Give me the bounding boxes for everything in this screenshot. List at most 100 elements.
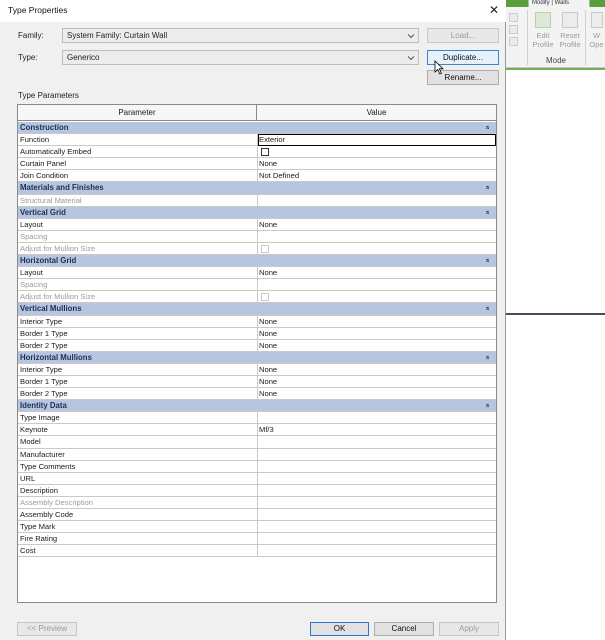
small-tool-icon[interactable] [509,37,518,46]
column-divider [257,424,258,437]
collapse-chevron-icon[interactable]: » [483,126,494,130]
parameter-name: Spacing [20,280,48,290]
parameter-row[interactable]: Curtain Panel None [18,158,496,171]
parameter-row[interactable]: Model [18,436,496,449]
column-header-value[interactable]: Value [257,105,496,120]
parameter-row[interactable]: Fire Rating [18,533,496,546]
group-header[interactable]: Vertical Grid » [18,206,496,219]
apply-button[interactable]: Apply [439,622,499,636]
parameter-row[interactable]: Function Exterior [18,134,496,147]
parameter-row[interactable]: Join Condition Not Defined [18,170,496,183]
parameter-row[interactable]: Border 2 Type None [18,339,496,352]
parameter-row[interactable]: Interior Type None [18,315,496,328]
parameter-value[interactable]: None [259,316,494,327]
parameter-name: Spacing [20,231,48,241]
group-title: Horizontal Mullions [20,352,92,362]
parameter-name: Join Condition [20,171,69,181]
parameter-name: Cost [20,546,36,556]
chevron-down-icon [407,56,415,61]
wall-opening-icon [590,12,603,28]
parameter-row[interactable]: Adjust for Mullion Size [18,291,496,304]
parameter-row[interactable]: Keynote Mf/3 [18,424,496,437]
checkbox[interactable] [261,148,269,157]
parameter-name: Adjust for Mullion Size [20,292,96,302]
parameter-row[interactable]: Border 2 Type None [18,388,496,401]
checkbox[interactable] [261,293,269,302]
family-select[interactable]: System Family: Curtain Wall [62,28,419,43]
parameter-value[interactable]: None [259,219,494,230]
parameter-row[interactable]: Manufacturer [18,448,496,461]
type-select[interactable]: Generico [62,50,419,65]
parameter-row[interactable]: Structural Material [18,194,496,207]
parameter-row[interactable]: Description [18,484,496,497]
column-divider [257,484,258,497]
parameter-row[interactable]: Spacing [18,230,496,243]
group-header[interactable]: Materials and Finishes » [18,182,496,195]
parameter-row[interactable]: Spacing [18,279,496,292]
dialog-titlebar[interactable]: Type Properties ✕ [0,0,506,22]
parameter-row[interactable]: Interior Type None [18,363,496,376]
small-tool-icon[interactable] [509,25,518,34]
edit-profile-label: Edit Profile [532,31,554,49]
collapse-chevron-icon[interactable]: » [483,210,494,214]
close-icon[interactable]: ✕ [485,2,503,18]
ok-button[interactable]: OK [310,622,369,636]
parameter-name: Assembly Description [20,497,94,507]
parameter-row[interactable]: Assembly Description [18,496,496,509]
column-header-parameter[interactable]: Parameter [18,105,257,120]
column-divider [257,521,258,534]
parameter-value[interactable]: Mf/3 [259,424,494,435]
parameter-value[interactable]: None [259,267,494,278]
type-parameters-grid: Parameter Value Construction » Function Ext… [17,104,497,603]
parameter-row[interactable]: Cost [18,545,496,558]
parameter-value[interactable]: None [259,340,494,351]
parameter-value[interactable]: None [259,364,494,375]
parameter-row[interactable]: Type Comments [18,460,496,473]
parameter-row[interactable]: Automatically Embed [18,146,496,159]
column-divider [257,327,258,340]
parameter-row[interactable]: Assembly Code [18,509,496,522]
parameter-row[interactable]: Type Mark [18,521,496,534]
family-label: Family: [18,31,44,40]
collapse-chevron-icon[interactable]: » [483,259,494,263]
parameter-row[interactable]: Border 1 Type None [18,327,496,340]
parameter-value[interactable]: None [259,388,494,399]
ribbon-tab-modify-walls[interactable]: Modify | Walls [528,0,590,7]
group-header[interactable]: Construction » [18,122,496,135]
group-header[interactable]: Identity Data » [18,400,496,413]
cancel-button[interactable]: Cancel [374,622,434,636]
type-label: Type: [18,53,38,62]
parameter-value[interactable]: Exterior [259,134,494,145]
collapse-chevron-icon[interactable]: » [483,404,494,408]
column-divider [257,230,258,243]
column-divider [257,375,258,388]
parameter-name: Adjust for Mullion Size [20,243,96,253]
edit-profile-button[interactable]: Edit Profile [530,10,556,52]
group-header[interactable]: Vertical Mullions » [18,303,496,316]
parameter-value[interactable]: None [259,376,494,387]
preview-button[interactable]: << Preview [17,622,77,636]
parameter-row[interactable]: Layout None [18,218,496,231]
group-header[interactable]: Horizontal Mullions » [18,351,496,364]
load-button[interactable]: Load... [427,28,499,43]
parameter-row[interactable]: Layout None [18,267,496,280]
column-divider [257,545,258,558]
collapse-chevron-icon[interactable]: » [483,186,494,190]
group-header[interactable]: Horizontal Grid » [18,255,496,268]
small-tool-icon[interactable] [509,13,518,22]
collapse-chevron-icon[interactable]: » [483,307,494,311]
parameter-row[interactable]: Type Image [18,412,496,425]
parameter-row[interactable]: Adjust for Mullion Size [18,242,496,256]
checkbox[interactable] [261,244,269,253]
parameter-value[interactable]: None [259,158,494,169]
parameter-row[interactable]: URL [18,472,496,485]
reset-profile-button[interactable]: Reset Profile [557,10,583,52]
wall-opening-button[interactable]: W Ope [588,10,605,52]
parameter-row[interactable]: Border 1 Type None [18,375,496,389]
revit-app-background [505,0,605,640]
parameter-value[interactable]: None [259,328,494,339]
parameter-name: Interior Type [20,364,63,374]
collapse-chevron-icon[interactable]: » [483,355,494,359]
column-divider [257,194,258,207]
parameter-value[interactable]: Not Defined [259,170,494,181]
